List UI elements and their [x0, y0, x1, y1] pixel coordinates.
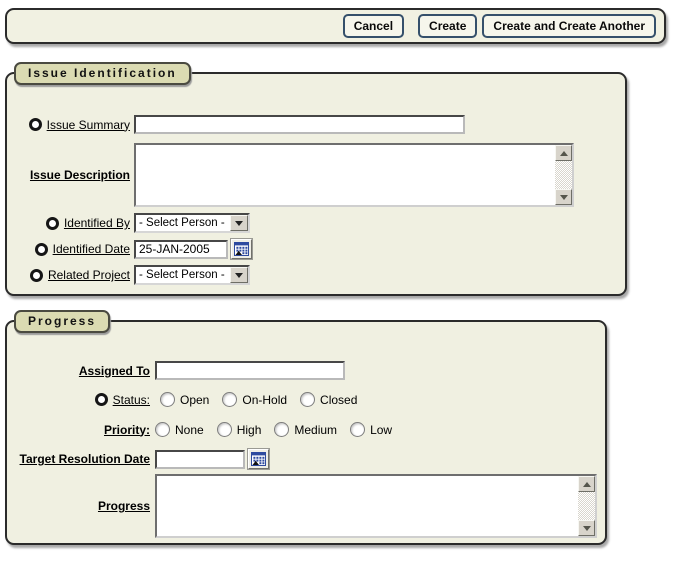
priority-option-label: Medium — [294, 423, 337, 437]
issue-summary-row: Issue Summary — [7, 115, 465, 134]
progress-row: Progress — [7, 474, 597, 538]
progress-label[interactable]: Progress — [98, 499, 150, 513]
identified-date-label-cell: Identified Date — [7, 242, 130, 256]
target-resolution-date-label[interactable]: Target Resolution Date — [20, 452, 150, 466]
identified-date-input[interactable] — [134, 240, 228, 259]
status-radio-open[interactable] — [160, 392, 175, 407]
status-label[interactable]: Status: — [113, 393, 150, 407]
arrow-up-icon[interactable] — [555, 145, 572, 161]
identified-date-row: Identified Date — [7, 239, 252, 259]
required-icon — [95, 393, 108, 406]
assigned-to-row: Assigned To — [7, 361, 345, 380]
target-resolution-date-row: Target Resolution Date — [7, 449, 269, 469]
progress-textarea-frame — [155, 474, 597, 538]
issue-description-textarea[interactable] — [136, 145, 555, 205]
status-label-cell: Status: — [7, 393, 150, 407]
status-radio-group: Open On-Hold Closed — [160, 392, 370, 407]
required-icon — [35, 243, 48, 256]
priority-label-cell: Priority: — [7, 423, 150, 437]
chevron-down-icon[interactable] — [230, 215, 248, 231]
calendar-icon — [251, 452, 266, 466]
arrow-down-icon[interactable] — [578, 520, 595, 536]
issue-description-textarea-frame — [134, 143, 574, 207]
priority-option-label: None — [175, 423, 204, 437]
status-option-label: On-Hold — [242, 393, 287, 407]
assigned-to-label-cell: Assigned To — [7, 364, 150, 378]
priority-radio-medium[interactable] — [274, 422, 289, 437]
target-resolution-date-input[interactable] — [155, 450, 245, 469]
calendar-picker-button[interactable] — [231, 239, 252, 259]
arrow-down-icon[interactable] — [555, 189, 572, 205]
calendar-icon — [234, 242, 249, 256]
action-toolbar: Cancel Create Create and Create Another — [5, 8, 666, 44]
priority-radio-low[interactable] — [350, 422, 365, 437]
status-option-label: Open — [180, 393, 209, 407]
issue-summary-label-cell: Issue Summary — [7, 118, 130, 132]
progress-label-cell: Progress — [7, 499, 150, 513]
status-option-label: Closed — [320, 393, 357, 407]
issue-description-label[interactable]: Issue Description — [30, 168, 130, 182]
target-resolution-date-label-cell: Target Resolution Date — [7, 452, 150, 466]
arrow-up-icon[interactable] — [578, 476, 595, 492]
related-project-label-cell: Related Project — [7, 268, 130, 282]
priority-radio-high[interactable] — [217, 422, 232, 437]
status-row: Status: Open On-Hold Closed — [7, 392, 370, 407]
required-icon — [29, 118, 42, 131]
issue-summary-label[interactable]: Issue Summary — [47, 118, 130, 132]
issue-description-row: Issue Description — [7, 143, 574, 207]
priority-row: Priority: None High Medium Low — [7, 422, 405, 437]
priority-option-label: Low — [370, 423, 392, 437]
create-button[interactable]: Create — [418, 14, 477, 38]
scrollbar-track[interactable] — [578, 492, 595, 520]
progress-section: Progress Assigned To Status: Open On-Hol… — [5, 320, 607, 545]
issue-summary-input[interactable] — [134, 115, 465, 134]
identified-by-label[interactable]: Identified By — [64, 216, 130, 230]
progress-scrollbar[interactable] — [578, 476, 595, 536]
status-radio-on-hold[interactable] — [222, 392, 237, 407]
cancel-button[interactable]: Cancel — [343, 14, 404, 38]
create-and-create-another-button[interactable]: Create and Create Another — [482, 14, 656, 38]
chevron-down-icon[interactable] — [230, 267, 248, 283]
progress-textarea[interactable] — [157, 476, 578, 536]
required-icon — [46, 217, 59, 230]
identified-by-select[interactable]: - Select Person - — [134, 213, 250, 233]
assigned-to-input[interactable] — [155, 361, 345, 380]
issue-description-scrollbar[interactable] — [555, 145, 572, 205]
priority-label[interactable]: Priority: — [104, 423, 150, 437]
identified-by-selected-value: - Select Person - — [136, 217, 230, 229]
related-project-select[interactable]: - Select Person - — [134, 265, 250, 285]
required-icon — [30, 269, 43, 282]
identified-by-label-cell: Identified By — [7, 216, 130, 230]
issue-identification-section: Issue Identification Issue Summary Issue… — [5, 72, 627, 296]
identified-date-label[interactable]: Identified Date — [53, 242, 130, 256]
priority-radio-none[interactable] — [155, 422, 170, 437]
issue-description-label-cell: Issue Description — [7, 168, 130, 182]
assigned-to-label[interactable]: Assigned To — [79, 364, 150, 378]
related-project-row: Related Project - Select Person - — [7, 265, 250, 285]
issue-identification-section-title: Issue Identification — [14, 62, 191, 85]
progress-section-title: Progress — [14, 310, 110, 333]
priority-option-label: High — [237, 423, 262, 437]
related-project-label[interactable]: Related Project — [48, 268, 130, 282]
priority-radio-group: None High Medium Low — [155, 422, 405, 437]
identified-by-row: Identified By - Select Person - — [7, 213, 250, 233]
related-project-selected-value: - Select Person - — [136, 269, 230, 281]
calendar-picker-button[interactable] — [248, 449, 269, 469]
scrollbar-track[interactable] — [555, 161, 572, 189]
status-radio-closed[interactable] — [300, 392, 315, 407]
